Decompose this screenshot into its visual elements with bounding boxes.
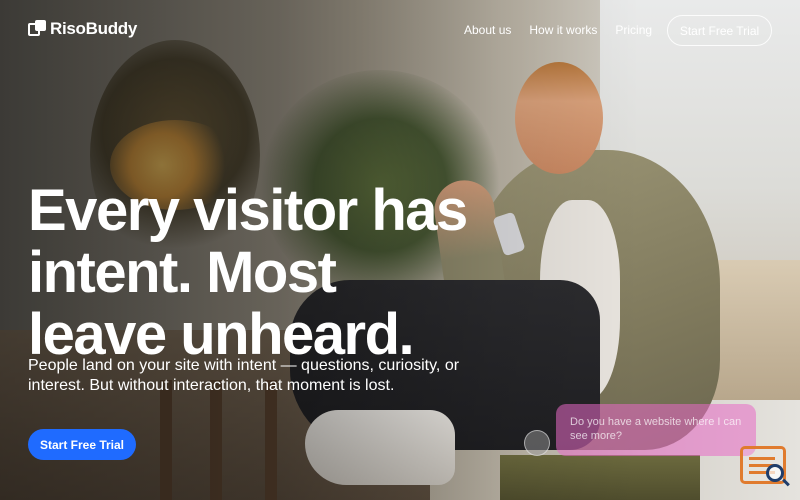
headline-line: Every visitor has <box>28 178 468 243</box>
subtext-line: People land on your site with intent — q… <box>28 357 460 374</box>
logo-mark-icon <box>28 20 46 38</box>
top-navbar: RisoBuddy About us How it works Pricing … <box>0 0 800 60</box>
nav-link-about-us[interactable]: About us <box>464 23 511 37</box>
chat-message-line: Do you have a website where I can <box>570 416 742 428</box>
chat-message-line: see more? <box>570 430 622 442</box>
brand-name: RisoBuddy <box>50 19 138 38</box>
hero-start-free-trial-button[interactable]: Start Free Trial <box>28 429 136 460</box>
chat-avatar <box>524 430 550 456</box>
nav-link-how-it-works[interactable]: How it works <box>529 23 597 37</box>
nav-start-free-trial-button[interactable]: Start Free Trial <box>667 15 772 46</box>
magnifier-icon <box>766 464 784 482</box>
subtext-line: interest. But without interaction, that … <box>28 377 395 394</box>
brand-logo[interactable]: RisoBuddy <box>28 19 137 39</box>
hero-headline: Every visitor has intent. Most leave unh… <box>28 180 488 366</box>
document-search-widget-button[interactable] <box>740 446 790 490</box>
nav-link-pricing[interactable]: Pricing <box>615 23 652 37</box>
headline-line: intent. Most <box>28 240 337 305</box>
chat-message-bubble: Do you have a website where I can see mo… <box>556 404 756 456</box>
nav-links: About us How it works Pricing <box>464 23 652 37</box>
hero-subtext: People land on your site with intent — q… <box>28 356 468 396</box>
